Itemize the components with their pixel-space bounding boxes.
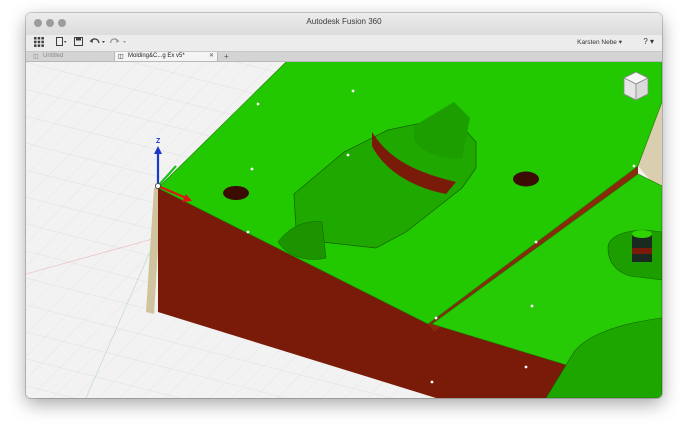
model-canvas[interactable] [26, 62, 662, 398]
canvas-viewport[interactable]: Z [26, 62, 662, 398]
save-icon[interactable] [74, 37, 83, 49]
document-tab-bar: ◫ Untitled ◫ Molding&C...g Ex v5* ✕ + [26, 52, 662, 62]
undo-icon[interactable] [89, 37, 107, 49]
help-menu[interactable]: ? ▾ [643, 37, 654, 46]
close-tab-icon[interactable]: ✕ [209, 52, 214, 61]
origin-point[interactable] [154, 183, 161, 190]
view-cube[interactable] [622, 70, 650, 102]
tab-untitled[interactable]: ◫ Untitled [30, 52, 110, 61]
hole-left[interactable] [223, 186, 249, 200]
toolbar: Karsten Nebe ▾ ? ▾ [26, 35, 662, 52]
hole-right[interactable] [513, 171, 539, 187]
tab-label: Molding&C...g Ex v5* [128, 53, 185, 59]
user-menu[interactable]: Karsten Nebe ▾ [577, 38, 622, 46]
document-icon: ◫ [33, 54, 39, 60]
document-icon: ◫ [118, 54, 124, 60]
add-tab-icon[interactable]: + [224, 52, 229, 61]
window-title: Autodesk Fusion 360 [306, 17, 382, 26]
title-bar: Autodesk Fusion 360 [26, 13, 662, 36]
z-axis-label: Z [156, 138, 161, 145]
app-window: Autodesk Fusion 360 Karsten Nebe ▾ ? ▾ ◫ [26, 13, 662, 398]
grid-menu-icon[interactable] [34, 37, 44, 49]
redo-icon[interactable] [109, 37, 128, 49]
tab-label: Untitled [43, 53, 64, 59]
tab-molding-example[interactable]: ◫ Molding&C...g Ex v5* ✕ [114, 52, 218, 61]
file-menu-button[interactable] [56, 37, 68, 49]
